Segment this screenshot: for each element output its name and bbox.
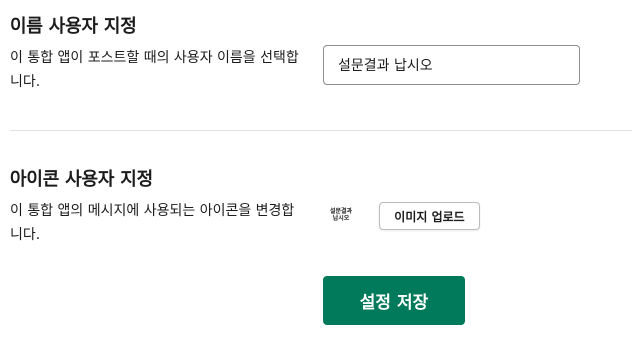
name-section-title: 이름 사용자 지정 — [10, 16, 137, 37]
username-input[interactable] — [323, 45, 580, 85]
icon-section-title: 아이콘 사용자 지정 — [10, 169, 154, 190]
icon-preview-text-line1: 설문결과 — [329, 208, 353, 215]
upload-image-button[interactable]: 이미지 업로드 — [379, 202, 480, 230]
integration-settings-page: 이름 사용자 지정 이 통합 앱이 포스트할 때의 사용자 이름을 선택합니다.… — [0, 0, 632, 339]
save-settings-button[interactable]: 설정 저장 — [323, 276, 465, 325]
icon-preview-image: 설문결과 납시오 — [322, 200, 360, 230]
name-section-description: 이 통합 앱이 포스트할 때의 사용자 이름을 선택합니다. — [10, 50, 299, 90]
icon-section-description: 이 통합 앱의 메시지에 사용되는 아이콘을 변경합니다. — [10, 203, 295, 243]
section-divider — [10, 130, 632, 131]
icon-preview-text-line2: 납시오 — [332, 215, 350, 222]
